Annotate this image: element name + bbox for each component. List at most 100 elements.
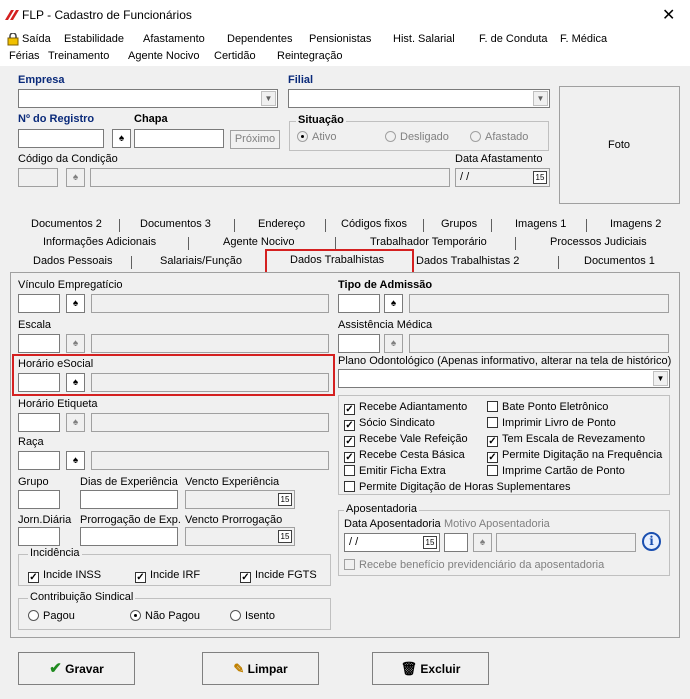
vinculo-input[interactable]	[18, 294, 60, 313]
menu-hist-salarial[interactable]: Hist. Salarial	[393, 33, 455, 45]
limpar-button[interactable]: ✎ Limpar	[202, 652, 319, 685]
calendar-icon[interactable]: 15	[278, 530, 292, 543]
proximo-button[interactable]: Próximo	[230, 130, 280, 149]
check-socio-sindicato[interactable]: ✓ Sócio Sindicato	[344, 417, 435, 431]
check-ficha-extra[interactable]: Emitir Ficha Extra	[344, 465, 446, 477]
menu-treinamento[interactable]: Treinamento	[48, 50, 109, 62]
tab-processos-judiciais[interactable]: Processos Judiciais	[550, 236, 647, 248]
dias-experiencia-input[interactable]	[80, 490, 178, 509]
tab-agente-nocivo[interactable]: Agente Nocivo	[223, 236, 295, 248]
codigo-condicao-desc	[90, 168, 450, 187]
check-horas-suplementares[interactable]: Permite Digitação de Horas Suplementares	[344, 481, 571, 493]
calendar-icon[interactable]: 15	[278, 493, 292, 506]
radio-nao-pagou[interactable]: Não Pagou	[130, 610, 200, 622]
menu-ferias[interactable]: Férias	[9, 50, 40, 62]
radio-desligado[interactable]: Desligado	[385, 131, 449, 143]
radio-pagou[interactable]: Pagou	[28, 610, 75, 622]
data-aposentadoria-input[interactable]: / /15	[344, 533, 440, 552]
tab-imagens-1[interactable]: Imagens 1	[515, 218, 566, 230]
binoculars-icon[interactable]: ♠	[112, 129, 131, 148]
check-escala-revezamento[interactable]: ✓ Tem Escala de Revezamento	[487, 433, 645, 447]
jorn-diaria-input[interactable]	[18, 527, 60, 546]
menu-agente-nocivo[interactable]: Agente Nocivo	[128, 50, 200, 62]
filial-select[interactable]: ▼	[288, 89, 550, 108]
foto-box[interactable]: Foto	[559, 86, 680, 204]
binoculars-icon[interactable]: ♠	[384, 334, 403, 353]
radio-ativo[interactable]: Ativo	[297, 131, 336, 143]
check-livro-ponto[interactable]: Imprimir Livro de Ponto	[487, 417, 616, 429]
excluir-button[interactable]: 🗑 Excluir	[372, 652, 489, 685]
incide-irf-check[interactable]: ✓ Incide IRF	[135, 569, 200, 583]
chevron-down-icon[interactable]: ▼	[261, 91, 276, 106]
assistencia-medica-input[interactable]	[338, 334, 380, 353]
check-recebe-adiantamento[interactable]: ✓ Recebe Adiantamento	[344, 401, 467, 415]
menu-f-medica[interactable]: F. Médica	[560, 33, 607, 45]
data-afastamento-input[interactable]: / /15	[455, 168, 550, 187]
incide-inss-check[interactable]: ✓ Incide INSS	[28, 569, 101, 583]
close-button[interactable]: ✕	[662, 5, 675, 25]
tab-documentos-2[interactable]: Documentos 2	[31, 218, 102, 230]
binoculars-icon[interactable]: ♠	[66, 413, 85, 432]
calendar-icon[interactable]: 15	[533, 171, 547, 184]
registro-input[interactable]	[18, 129, 104, 148]
menu-dependentes[interactable]: Dependentes	[227, 33, 292, 45]
binoculars-icon[interactable]: ♠	[384, 294, 403, 313]
menu-pensionistas[interactable]: Pensionistas	[309, 33, 371, 45]
menu-estabilidade[interactable]: Estabilidade	[64, 33, 124, 45]
tab-imagens-2[interactable]: Imagens 2	[610, 218, 661, 230]
menu-f-conduta[interactable]: F. de Conduta	[479, 33, 548, 45]
check-cartao-ponto[interactable]: Imprime Cartão de Ponto	[487, 465, 625, 477]
tab-endereco[interactable]: Endereço	[258, 218, 305, 230]
check-vale-refeicao[interactable]: ✓ Recebe Vale Refeição	[344, 433, 468, 447]
tab-grupos[interactable]: Grupos	[441, 218, 477, 230]
checkbox-icon	[487, 417, 498, 428]
tab-documentos-1[interactable]: Documentos 1	[584, 255, 655, 267]
chevron-down-icon[interactable]: ▼	[653, 371, 668, 386]
horario-etiqueta-input[interactable]	[18, 413, 60, 432]
check-beneficio-previdenciario[interactable]: Recebe benefício previdenciário da apose…	[344, 559, 604, 571]
tab-documentos-3[interactable]: Documentos 3	[140, 218, 211, 230]
menu-certidao[interactable]: Certidão	[214, 50, 256, 62]
check-digitacao-frequencia[interactable]: ✓ Permite Digitação na Frequência	[487, 449, 662, 463]
radio-icon	[385, 131, 396, 142]
codigo-condicao-input[interactable]	[18, 168, 58, 187]
grupo-input[interactable]	[18, 490, 60, 509]
tab-dados-pessoais[interactable]: Dados Pessoais	[33, 255, 113, 267]
menu-saida[interactable]: Saída	[22, 33, 51, 45]
tab-informacoes-adicionais[interactable]: Informações Adicionais	[43, 236, 156, 248]
tab-salariais-funcao[interactable]: Salariais/Função	[160, 255, 242, 267]
chevron-down-icon[interactable]: ▼	[533, 91, 548, 106]
prorrogacao-input[interactable]	[80, 527, 178, 546]
menu-afastamento[interactable]: Afastamento	[143, 33, 205, 45]
empresa-select[interactable]: ▼	[18, 89, 278, 108]
menu-reintegracao[interactable]: Reintegração	[277, 50, 342, 62]
plano-odonto-label: Plano Odontológico (Apenas informativo, …	[338, 355, 672, 367]
tab-codigos-fixos[interactable]: Códigos fixos	[341, 218, 407, 230]
check-bate-ponto[interactable]: Bate Ponto Eletrônico	[487, 401, 608, 413]
vencto-prorrogacao-input[interactable]: 15	[185, 527, 295, 546]
tab-trabalhador-temporario[interactable]: Trabalhador Temporário	[370, 236, 487, 248]
binoculars-icon[interactable]: ♠	[66, 168, 85, 187]
info-icon[interactable]: i	[642, 532, 661, 551]
incide-fgts-check[interactable]: ✓ Incide FGTS	[240, 569, 317, 583]
escala-input[interactable]	[18, 334, 60, 353]
vencto-experiencia-input[interactable]: 15	[185, 490, 295, 509]
raca-input[interactable]	[18, 451, 60, 470]
radio-afastado[interactable]: Afastado	[470, 131, 528, 143]
binoculars-icon[interactable]: ♠	[66, 334, 85, 353]
checkbox-icon: ✓	[344, 452, 355, 463]
raca-label: Raça	[18, 436, 44, 448]
calendar-icon[interactable]: 15	[423, 536, 437, 549]
binoculars-icon[interactable]: ♠	[66, 451, 85, 470]
motivo-aposentadoria-input[interactable]	[444, 533, 468, 552]
plano-odonto-select[interactable]: ▼	[338, 369, 670, 388]
tab-dados-trabalhistas-2[interactable]: Dados Trabalhistas 2	[416, 255, 519, 267]
radio-icon	[230, 610, 241, 621]
gravar-button[interactable]: ✔ Gravar	[18, 652, 135, 685]
binoculars-icon[interactable]: ♠	[66, 294, 85, 313]
check-cesta-basica[interactable]: ✓ Recebe Cesta Básica	[344, 449, 465, 463]
radio-isento[interactable]: Isento	[230, 610, 275, 622]
binoculars-icon[interactable]: ♠	[473, 533, 492, 552]
tipo-admissao-input[interactable]	[338, 294, 380, 313]
chapa-input[interactable]	[134, 129, 224, 148]
